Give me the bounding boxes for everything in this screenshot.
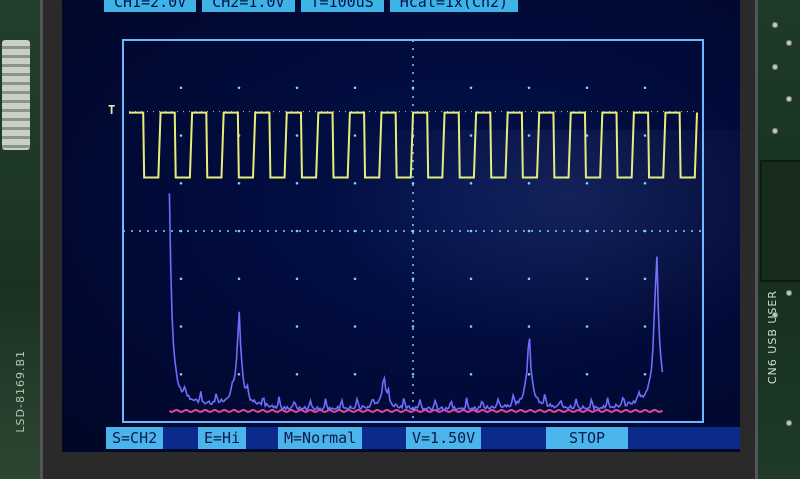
via	[786, 96, 792, 102]
grid-dot	[295, 86, 299, 90]
grid-dot	[353, 325, 357, 328]
grid-dot	[295, 229, 299, 233]
grid-dot	[295, 325, 299, 328]
grid-dot	[237, 86, 241, 90]
grid-dot	[643, 134, 647, 137]
grid-dot	[179, 325, 183, 328]
via	[772, 128, 778, 134]
grid-dot	[527, 325, 531, 328]
grid-dot	[353, 277, 357, 281]
run-stop-state[interactable]: STOP	[546, 427, 628, 449]
scope-plot-area	[122, 39, 704, 423]
grid-dot	[643, 181, 647, 185]
grid-dot	[295, 134, 299, 137]
trigger-marker: T	[108, 103, 116, 117]
grid-dot	[469, 229, 473, 233]
bottom-status-bar: S=CH2 E=Hi M=Normal V=1.50V STOP	[106, 427, 740, 449]
grid-dot	[353, 181, 357, 185]
grid-dot	[643, 325, 647, 328]
connector-label: CN6	[766, 358, 779, 385]
grid-dot	[237, 372, 241, 376]
via	[772, 64, 778, 70]
grid-dot	[295, 372, 299, 376]
grid-dot	[643, 86, 647, 90]
grid-dot	[585, 372, 589, 376]
trigger-edge[interactable]: E=Hi	[198, 427, 247, 449]
grid-dot	[179, 372, 183, 376]
grid-dot	[237, 181, 241, 185]
grid-dot	[179, 181, 183, 185]
grid-dot	[643, 372, 647, 376]
grid-dot	[179, 86, 183, 90]
lcd-screen: CH1=2.0V CH2=1.0V T=100uS Hcal=1x(Ch2) T…	[62, 0, 740, 452]
via	[772, 22, 778, 28]
trigger-source[interactable]: S=CH2	[106, 427, 164, 449]
grid-dot	[527, 181, 531, 185]
usb-label: USB USER	[766, 290, 779, 354]
trigger-mode[interactable]: M=Normal	[278, 427, 363, 449]
grid-dot	[353, 372, 357, 376]
grid-dot	[353, 134, 357, 137]
grid-dot	[469, 372, 473, 376]
grid-dot	[411, 277, 415, 281]
pin-header	[2, 40, 30, 150]
via	[772, 312, 778, 318]
grid	[123, 40, 703, 422]
grid-dot	[179, 277, 183, 281]
board-silkscreen-label: LSD-8169.B1	[14, 350, 27, 433]
grid-dot	[527, 229, 531, 233]
via	[786, 290, 792, 296]
grid-dot	[411, 372, 415, 376]
grid-dot	[411, 325, 415, 328]
grid-dot	[237, 229, 241, 233]
grid-dot	[643, 277, 647, 281]
grid-dot	[353, 86, 357, 90]
grid-dot	[585, 277, 589, 281]
via	[786, 420, 792, 426]
grid-dot	[585, 325, 589, 328]
grid-dot	[527, 372, 531, 376]
oscilloscope-photo: LSD-8169.B1 CN6 USB USER CH1=2.0V CH2=1.…	[0, 0, 800, 479]
grid-dot	[295, 181, 299, 185]
trigger-level[interactable]: V=1.50V	[406, 427, 482, 449]
grid-dot	[469, 325, 473, 328]
grid-dot	[527, 277, 531, 281]
usb-connector	[760, 160, 800, 282]
ch2-baseline	[168, 408, 663, 413]
grid-dot	[237, 277, 241, 281]
grid-dot	[585, 86, 589, 90]
ch2-spectrum-trace	[168, 193, 664, 413]
grid-dot	[469, 277, 473, 281]
grid-dot	[469, 181, 473, 185]
grid-dot	[179, 134, 183, 137]
grid-dot	[527, 86, 531, 90]
via	[786, 40, 792, 46]
usb-user-label: CN6 USB USER	[766, 290, 779, 384]
grid-dot	[469, 134, 473, 137]
grid-dot	[295, 277, 299, 281]
grid-dot	[527, 134, 531, 137]
grid-dot	[585, 181, 589, 185]
grid-dot	[469, 86, 473, 90]
